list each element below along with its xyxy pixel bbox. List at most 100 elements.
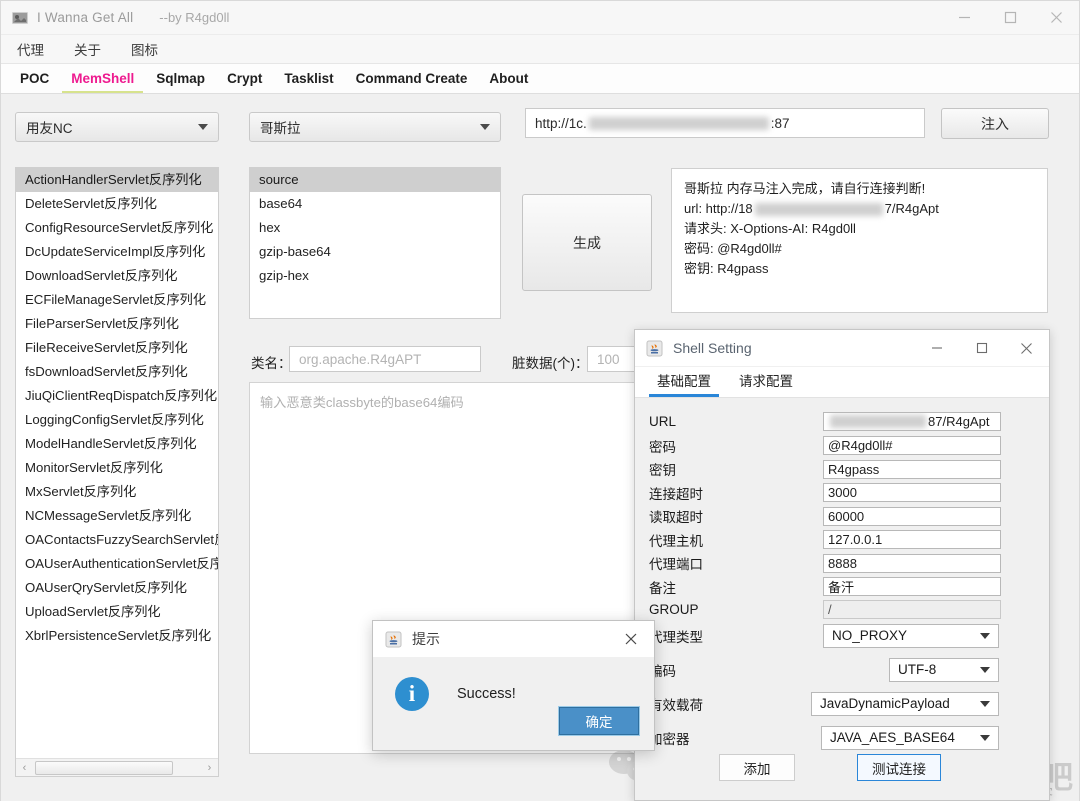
shell-field-combo[interactable]: JAVA_AES_BASE64 (821, 725, 999, 750)
shell-field-value: / (828, 602, 832, 617)
target-url-input[interactable]: http://1c. :87 (525, 108, 925, 138)
inject-button[interactable]: 注入 (941, 108, 1049, 139)
shell-maximize-icon[interactable] (959, 330, 1004, 366)
shell-type-combo[interactable]: 哥斯拉 (249, 112, 501, 142)
tab-about[interactable]: About (480, 69, 537, 93)
chevron-down-icon (980, 666, 990, 673)
vuln-list[interactable]: ActionHandlerServlet反序列化 DeleteServlet反序列… (15, 167, 219, 777)
shell-field-input[interactable]: / (823, 600, 1001, 619)
vuln-list-item[interactable]: DownloadServlet反序列化 (16, 264, 218, 288)
vuln-list-item[interactable]: XbrlPersistenceServlet反序列化 (16, 624, 218, 648)
log-url-label: url: (684, 201, 706, 216)
menu-item-proxy[interactable]: 代理 (15, 37, 46, 61)
log-line-4: 密码: @R4gd0ll# (684, 241, 782, 256)
classname-input[interactable]: org.apache.R4gAPT (289, 346, 481, 372)
menu-item-about[interactable]: 关于 (72, 37, 103, 61)
message-close-icon[interactable] (608, 621, 654, 657)
menu-bar: 代理 关于 图标 (1, 35, 1079, 64)
classname-label: 类名： (251, 356, 292, 371)
encoding-list-item[interactable]: base64 (250, 192, 500, 216)
shell-field-combo[interactable]: UTF-8 (889, 657, 999, 682)
vuln-list-item[interactable]: DeleteServlet反序列化 (16, 192, 218, 216)
tab-request-config[interactable]: 请求配置 (731, 367, 801, 397)
vuln-list-item[interactable]: ConfigResourceServlet反序列化 (16, 216, 218, 240)
shell-setting-window-controls (914, 330, 1049, 366)
shell-field-input[interactable]: 8888 (823, 553, 1001, 573)
shell-field-label: 加密器 (649, 731, 690, 747)
shell-field-combo[interactable]: NO_PROXY (823, 623, 999, 648)
vuln-list-item[interactable]: DcUpdateServiceImpl反序列化 (16, 240, 218, 264)
shell-setting-title: Shell Setting (673, 340, 752, 356)
tab-sqlmap[interactable]: Sqlmap (147, 69, 214, 93)
dirty-data-value: 100 (597, 351, 620, 367)
shell-close-icon[interactable] (1004, 330, 1049, 366)
title-bar: I Wanna Get All --by R4gd0ll (1, 1, 1079, 35)
vuln-list-hscrollbar[interactable]: ‹ › (16, 758, 218, 776)
shell-setting-tabs: 基础配置 请求配置 (635, 367, 1049, 398)
vuln-list-item[interactable]: UploadServlet反序列化 (16, 600, 218, 624)
vuln-list-item[interactable]: LoggingConfigServlet反序列化 (16, 408, 218, 432)
vuln-list-item[interactable]: MxServlet反序列化 (16, 480, 218, 504)
ok-button-label: 确定 (585, 715, 613, 730)
encoding-list-item[interactable]: gzip-hex (250, 264, 500, 288)
target-product-combo[interactable]: 用友NC (15, 112, 219, 142)
window-subtitle: --by R4gd0ll (159, 10, 230, 25)
window-controls (941, 1, 1079, 34)
encoding-list-item[interactable]: source (250, 168, 500, 192)
shell-field-input[interactable]: 60000 (823, 506, 1001, 526)
vuln-list-item[interactable]: OAUserQryServlet反序列化 (16, 576, 218, 600)
generate-button[interactable]: 生成 (522, 194, 652, 291)
log-url-prefix: http://18 (705, 201, 753, 216)
shell-field-input[interactable]: 127.0.0.1 (823, 530, 1001, 549)
shell-field-input[interactable]: @R4gd0ll# (823, 436, 1001, 455)
add-button[interactable]: 添加 (719, 754, 795, 781)
shell-field-input[interactable]: 备汗 (823, 577, 1001, 596)
menu-item-icon[interactable]: 图标 (129, 37, 160, 61)
shell-field-row: 加密器 JAVA_AES_BASE64 (649, 725, 1041, 750)
shell-field-value: @R4gd0ll# (828, 438, 893, 453)
vuln-list-item[interactable]: OAContactsFuzzySearchServlet反序列化 (16, 528, 218, 552)
vuln-list-item[interactable]: ECFileManageServlet反序列化 (16, 288, 218, 312)
shell-field-value: 87/R4gApt (928, 414, 990, 429)
shell-field-value: JavaDynamicPayload (820, 696, 950, 711)
shell-field-label: 连接超时 (649, 486, 703, 502)
shell-field-input[interactable]: R4gpass (823, 459, 1001, 479)
test-connection-button[interactable]: 测试连接 (857, 754, 941, 781)
shell-field-label: 有效载荷 (649, 697, 703, 713)
maximize-icon[interactable] (987, 1, 1033, 34)
shell-field-input[interactable]: 87/R4gApt (823, 412, 1001, 431)
tab-poc[interactable]: POC (11, 69, 58, 93)
log-line-5: 密钥: R4gpass (684, 261, 769, 276)
tab-crypt[interactable]: Crypt (218, 69, 271, 93)
shell-setting-title-bar: Shell Setting (635, 330, 1049, 367)
tab-memshell[interactable]: MemShell (62, 69, 144, 93)
vuln-list-item[interactable]: ModelHandleServlet反序列化 (16, 432, 218, 456)
target-url-suffix: :87 (770, 115, 790, 131)
shell-minimize-icon[interactable] (914, 330, 959, 366)
shell-field-combo[interactable]: JavaDynamicPayload (811, 691, 999, 716)
shell-field-input[interactable]: 3000 (823, 483, 1001, 502)
scroll-left-icon[interactable]: ‹ (16, 759, 33, 776)
minimize-icon[interactable] (941, 1, 987, 34)
vuln-list-item[interactable]: ActionHandlerServlet反序列化 (16, 168, 218, 192)
tab-command-create[interactable]: Command Create (347, 69, 477, 93)
shell-field-value: UTF-8 (898, 662, 937, 677)
vuln-list-item[interactable]: NCMessageServlet反序列化 (16, 504, 218, 528)
vuln-list-item[interactable]: FileParserServlet反序列化 (16, 312, 218, 336)
vuln-list-item[interactable]: OAUserAuthenticationServlet反序列化 (16, 552, 218, 576)
encoding-list-item[interactable]: gzip-base64 (250, 240, 500, 264)
scroll-right-icon[interactable]: › (201, 759, 218, 776)
ok-button[interactable]: 确定 (559, 707, 639, 735)
vuln-list-item[interactable]: fsDownloadServlet反序列化 (16, 360, 218, 384)
vuln-list-item[interactable]: FileReceiveServlet反序列化 (16, 336, 218, 360)
chevron-down-icon (480, 124, 490, 130)
scroll-thumb[interactable] (35, 760, 173, 775)
vuln-list-item[interactable]: MonitorServlet反序列化 (16, 456, 218, 480)
shell-field-row: 有效载荷 JavaDynamicPayload (649, 691, 1041, 716)
encoding-list-item[interactable]: hex (250, 216, 500, 240)
close-icon[interactable] (1033, 1, 1079, 34)
vuln-list-item[interactable]: JiuQiClientReqDispatch反序列化 (16, 384, 218, 408)
tab-basic-config[interactable]: 基础配置 (649, 367, 719, 397)
tab-tasklist[interactable]: Tasklist (275, 69, 342, 93)
encoding-list[interactable]: source base64 hex gzip-base64 gzip-hex (249, 167, 501, 319)
